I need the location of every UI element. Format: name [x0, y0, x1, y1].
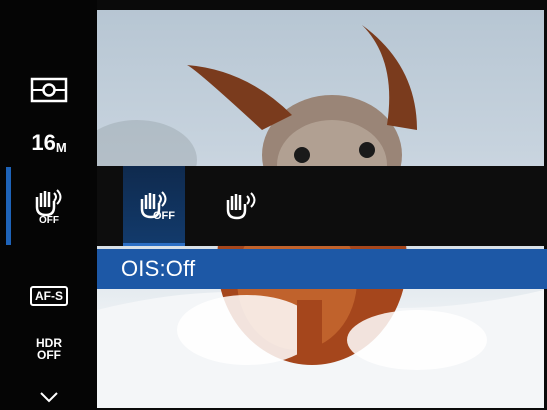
menu-item-metering[interactable] [12, 72, 86, 108]
left-menu: 16 M OFF AF-S HDR OFF [0, 0, 97, 410]
camera-screen: OFF OIS:Off 16 M OFF AF-S HDR OFF [0, 0, 547, 410]
image-size-unit: M [55, 139, 67, 155]
selection-indicator [6, 167, 11, 245]
ois-submenu: OFF [97, 166, 547, 246]
status-bar: OIS:Off [97, 249, 547, 289]
ois-off-option-label: OFF [153, 210, 175, 222]
hand-shake-icon [226, 192, 256, 220]
ois-off-option[interactable]: OFF [123, 166, 185, 246]
image-size-value: 16 [31, 130, 56, 155]
ois-state-label: OFF [39, 215, 59, 226]
menu-more[interactable] [12, 388, 86, 406]
metering-icon [30, 77, 68, 103]
menu-item-ois[interactable]: OFF [12, 185, 86, 229]
ois-on-option[interactable] [207, 166, 277, 246]
menu-item-hdr[interactable]: HDR OFF [12, 331, 86, 367]
focus-mode-label: AF-S [30, 286, 68, 306]
menu-item-image-size[interactable]: 16 M [12, 125, 86, 161]
chevron-down-icon [40, 392, 58, 403]
menu-item-focus[interactable]: AF-S [12, 283, 86, 309]
status-text: OIS:Off [121, 256, 196, 281]
hdr-state: OFF [37, 348, 61, 362]
